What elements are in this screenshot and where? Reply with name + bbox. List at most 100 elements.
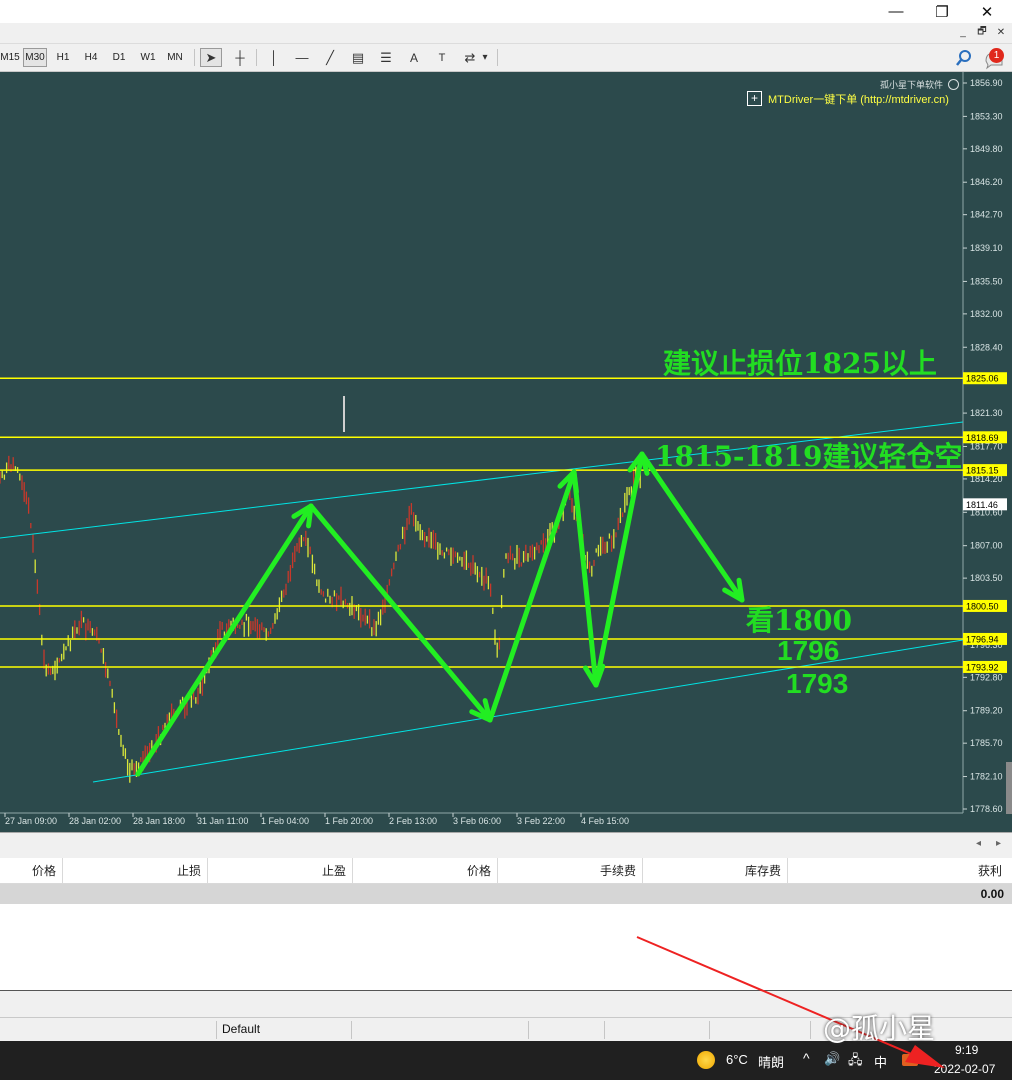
column-swap[interactable]: 库存费 [643,858,788,883]
horizontal-line-icon[interactable]: — [291,48,313,67]
current-price-text: 1811.46 [966,500,998,510]
notification-badge: 1 [989,48,1004,63]
chart-tab-bar: ◂ ▸ [0,832,1012,857]
price-chart[interactable]: 1856.90 1853.30 1849.80 1846.20 1842.70 1839.… [0,72,1012,832]
price-tick-label: 1835.50 [970,276,1003,286]
chevron-up-icon[interactable]: ^ [803,1050,810,1066]
price-tick-label: 1821.30 [970,408,1003,418]
time-tick-label: 1 Feb 04:00 [261,816,309,826]
notification-icon[interactable]: 1 [983,48,1007,70]
clock-date[interactable]: 2022-02-07 [934,1062,995,1076]
price-tick-label: 1803.50 [970,573,1003,583]
minimize-button[interactable]: — [873,0,919,23]
timeframe-mn[interactable]: MN [163,48,187,67]
restore-button[interactable]: ❐ [919,0,965,23]
timeframe-h4[interactable]: H4 [79,48,103,67]
target-annotation-3: 1793 [786,668,849,699]
arrow-shaft [308,503,493,723]
status-divider [709,1021,710,1039]
profile-name[interactable]: Default [222,1022,260,1036]
network-icon[interactable]: 🖧 [848,1051,863,1073]
column-take-profit[interactable]: 止盈 [208,858,353,883]
time-tick-label: 2 Feb 13:00 [389,816,437,826]
candlestick-series [0,455,641,783]
time-tick-label: 28 Jan 18:00 [133,816,185,826]
level-price-text: 1796.94 [966,634,999,644]
weather-desc[interactable]: 晴朗 [758,1052,784,1071]
toolbar-separator [194,49,195,66]
level-price-text: 1800.50 [966,601,999,611]
scroll-right-icon[interactable]: ▸ [996,838,1001,849]
tray-app-icon[interactable] [902,1054,918,1066]
time-axis: 27 Jan 09:00 28 Jan 02:00 28 Jan 18:00 31 J… [4,813,629,826]
fibonacci-icon[interactable]: ☰ [375,48,397,67]
status-divider [351,1021,352,1039]
time-tick-label: 3 Feb 22:00 [517,816,565,826]
chart-scroll-thumb[interactable] [1006,762,1012,814]
mdi-restore-button[interactable]: 🗗 [974,25,990,40]
ime-indicator[interactable]: 中 [874,1052,887,1071]
price-tick-label: 1842.70 [970,210,1003,220]
price-tick-label: 1782.10 [970,772,1003,782]
time-tick-label: 3 Feb 06:00 [453,816,501,826]
arrow-shaft [487,469,577,723]
timeframe-h1[interactable]: H1 [51,48,75,67]
crosshair-icon[interactable]: ┼ [229,48,251,67]
price-tick-label: 1785.70 [970,738,1003,748]
text-icon[interactable]: A [403,48,425,67]
price-tick-label: 1807.00 [970,541,1003,551]
dropdown-icon[interactable]: ▾ [478,48,492,67]
price-tick-label: 1839.10 [970,243,1003,253]
trendline-icon[interactable]: ╱ [319,48,341,67]
price-axis: 1856.90 1853.30 1849.80 1846.20 1842.70 1839.… [963,78,1003,814]
plugin-expand-button[interactable]: + [747,91,762,106]
sun-icon[interactable] [697,1051,715,1069]
channel-icon[interactable]: ▤ [347,48,369,67]
column-commission[interactable]: 手续费 [498,858,643,883]
time-tick-label: 1 Feb 20:00 [325,816,373,826]
column-price[interactable]: 价格 [353,858,498,883]
volume-icon[interactable]: 🔊 [824,1051,840,1067]
timeframe-w1[interactable]: W1 [135,48,161,67]
cursor-icon[interactable]: ➤ [200,48,222,67]
window-title-bar: — ❐ ✕ [0,0,1012,23]
timeframe-m15[interactable]: M15 [0,48,20,67]
total-profit-value: 0.00 [980,887,1004,901]
price-tick-label: 1828.40 [970,342,1003,352]
watermark-text: 孤小星下单软件 [880,80,944,90]
plugin-label[interactable]: MTDriver一键下单 (http://mtdriver.cn) [768,91,949,107]
smile-icon [948,79,959,90]
timeframe-m30[interactable]: M30 [23,48,47,67]
mdi-close-button[interactable]: ✕ [993,25,1009,40]
projection-arrows [135,451,745,777]
target-annotation-1: 看1800 [746,604,852,637]
weather-temp[interactable]: 6°C [726,1052,748,1067]
time-tick-label: 31 Jan 11:00 [197,816,248,826]
price-tick-label: 1832.00 [970,309,1003,319]
toolbar-separator [497,49,498,66]
price-tick-label: 1846.20 [970,177,1003,187]
close-button[interactable]: ✕ [964,0,1010,23]
price-tick-label: 1856.90 [970,78,1003,88]
entry-annotation: 1815-1819建议轻仓空 [655,440,963,473]
trade-table-header: 价格 止损 止盈 价格 手续费 库存费 获利 [0,858,1012,884]
timeframe-d1[interactable]: D1 [107,48,131,67]
target-annotation-2: 1796 [777,635,840,666]
balance-row[interactable]: 0.00 [0,884,1012,904]
price-tick-label: 1849.80 [970,144,1003,154]
column-price-open[interactable]: 价格 [0,858,63,883]
scroll-left-icon[interactable]: ◂ [976,838,981,849]
vertical-line-icon[interactable]: │ [263,48,285,67]
column-stop-loss[interactable]: 止损 [63,858,208,883]
stop-loss-annotation: 建议止损位1825以上 [663,347,937,380]
mdi-control-bar: _ 🗗 ✕ [0,23,1012,44]
mdi-minimize-button[interactable]: _ [955,25,971,40]
column-profit[interactable]: 获利 [788,858,1008,883]
time-tick-label: 28 Jan 02:00 [69,816,121,826]
price-tick-label: 1792.80 [970,672,1003,682]
price-tick-label: 1789.20 [970,706,1003,716]
level-price-text: 1825.06 [966,374,999,384]
clock-time[interactable]: 9:19 [955,1043,978,1057]
search-icon[interactable] [955,49,973,67]
text-label-icon[interactable]: T [431,48,453,67]
